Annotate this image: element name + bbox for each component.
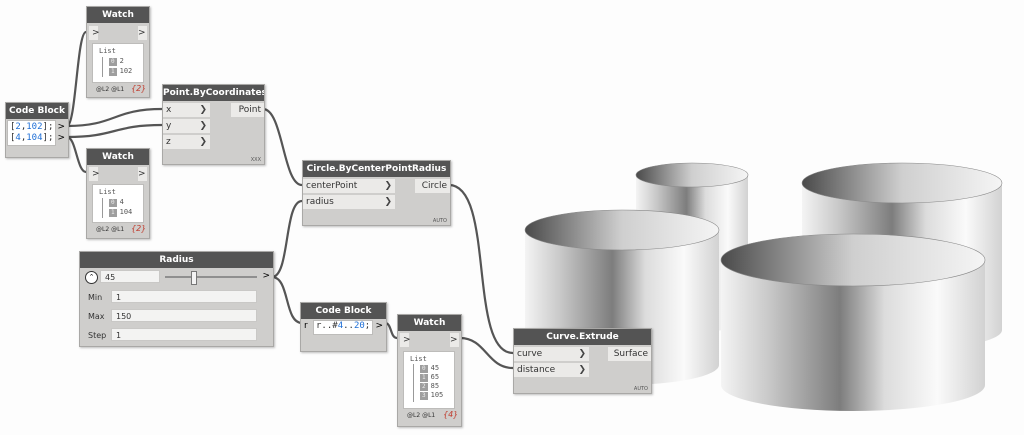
list-item: 1 102 <box>109 67 133 76</box>
wire <box>66 107 163 128</box>
chevron-right-icon: ❯ <box>199 137 207 147</box>
code-editor[interactable]: r..#4..20; <box>313 320 373 335</box>
chevron-right-icon: ❯ <box>578 349 586 359</box>
wire <box>65 30 88 128</box>
curve-extrude-node[interactable]: Curve.Extrude curve ❯ distance ❯ Surface A… <box>513 328 652 394</box>
chevron-right-icon: ❯ <box>384 181 392 191</box>
node-title: Code Block <box>301 303 386 319</box>
input-port-radius[interactable]: radius ❯ <box>303 195 395 209</box>
item-count: {2} <box>131 224 147 233</box>
list-item: 3 105 <box>420 391 444 400</box>
step-label: Step <box>88 331 107 340</box>
list-item: 2 85 <box>420 382 440 391</box>
wire <box>262 107 303 187</box>
min-label: Min <box>88 293 103 302</box>
watch-node-2[interactable]: Watch > > List 04 1 104 @L2 @L1 {2} <box>86 148 150 239</box>
code-block-node-2[interactable]: Code Block r r..#4..20; > <box>300 302 387 352</box>
chevron-right-icon: ❯ <box>384 197 392 207</box>
input-port-y[interactable]: y ❯ <box>163 119 210 133</box>
expand-toggle-icon[interactable]: ⌃ <box>85 271 98 284</box>
list-levels: @L2 @L1 <box>407 412 436 419</box>
output-port[interactable]: > <box>57 122 65 132</box>
node-title: Curve.Extrude <box>514 329 651 345</box>
list-item: 04 <box>109 198 124 207</box>
chevron-right-icon: ❯ <box>578 365 586 375</box>
lacing-label: XXX <box>250 157 261 163</box>
output-port[interactable]: > <box>375 321 383 331</box>
output-port-point[interactable]: Point <box>231 103 264 117</box>
node-title: Code Block <box>6 103 68 119</box>
output-port[interactable]: > <box>450 333 459 347</box>
input-port[interactable]: > <box>89 26 100 40</box>
watch-preview: List 02 1 102 <box>92 43 144 83</box>
output-port[interactable]: > <box>57 133 65 143</box>
output-port-surface[interactable]: Surface <box>608 347 651 361</box>
wire <box>66 123 163 139</box>
code-line: r..#4..20; <box>316 321 371 331</box>
list-levels: @L2 @L1 <box>96 86 125 93</box>
input-port-z[interactable]: z ❯ <box>163 135 210 149</box>
input-port[interactable]: > <box>400 333 411 347</box>
radius-slider-node[interactable]: Radius ⌃ 45 > Min 1 Max 150 Step 1 <box>79 251 274 347</box>
wires <box>65 30 514 370</box>
max-field[interactable]: 150 <box>111 309 257 322</box>
input-port-r[interactable]: r <box>304 321 308 331</box>
node-title: Watch <box>398 315 461 331</box>
min-field[interactable]: 1 <box>111 290 257 303</box>
max-label: Max <box>88 312 105 321</box>
chevron-right-icon: ❯ <box>199 105 207 115</box>
list-item: 0 45 <box>420 364 440 373</box>
lacing-label: AUTO <box>432 218 447 224</box>
slider-track[interactable] <box>165 276 257 278</box>
node-title: Watch <box>87 7 149 23</box>
item-count: {4} <box>443 410 459 419</box>
output-port[interactable]: > <box>138 26 147 40</box>
slider-thumb[interactable] <box>190 271 197 285</box>
graph-canvas[interactable]: Watch > > List 02 1 102 @L2 @L1 {2} Code … <box>0 0 1024 435</box>
input-port[interactable]: > <box>89 167 100 181</box>
input-port-centerpoint[interactable]: centerPoint ❯ <box>303 179 395 193</box>
list-label: List <box>99 188 116 196</box>
code-editor[interactable]: [2,102]; [4,104]; <box>7 120 56 146</box>
point-by-coordinates-node[interactable]: Point.ByCoordinates x ❯ y ❯ z ❯ Point XXX <box>162 84 265 165</box>
node-title: Radius <box>80 252 273 268</box>
slider-value-field[interactable]: 45 <box>100 270 160 283</box>
watch-preview: List 0 45 1 65 2 85 3 105 <box>403 351 455 409</box>
wire <box>459 336 514 370</box>
list-label: List <box>410 355 427 363</box>
output-port[interactable]: > <box>138 167 147 181</box>
watch-node-3[interactable]: Watch > > List 0 45 1 65 2 85 3 105 @L2 @L1 … <box>397 314 462 427</box>
watch-node-1[interactable]: Watch > > List 02 1 102 @L2 @L1 {2} <box>86 6 150 98</box>
output-port[interactable]: > <box>262 271 270 281</box>
node-title: Point.ByCoordinates <box>163 85 264 101</box>
code-line: [4,104]; <box>10 133 54 143</box>
chevron-right-icon: ❯ <box>199 121 207 131</box>
watch-preview: List 04 1 104 <box>92 184 144 223</box>
list-label: List <box>99 47 116 55</box>
code-block-node-1[interactable]: Code Block [2,102]; [4,104]; > > <box>5 102 69 158</box>
list-item: 02 <box>109 57 124 66</box>
wire <box>66 135 87 174</box>
input-port-distance[interactable]: distance ❯ <box>514 363 589 377</box>
node-title: Circle.ByCenterPointRadius <box>303 161 450 177</box>
list-item: 1 65 <box>420 373 440 382</box>
node-title: Watch <box>87 149 149 165</box>
lacing-label: AUTO <box>633 386 648 392</box>
code-line: [2,102]; <box>10 122 54 132</box>
wire <box>271 199 303 279</box>
list-levels: @L2 @L1 <box>96 226 125 233</box>
input-port-curve[interactable]: curve ❯ <box>514 347 589 361</box>
wire <box>271 275 303 325</box>
list-item: 1 104 <box>109 208 133 217</box>
item-count: {2} <box>131 84 147 93</box>
input-port-x[interactable]: x ❯ <box>163 103 210 117</box>
output-port-circle[interactable]: Circle <box>415 179 450 193</box>
step-field[interactable]: 1 <box>111 328 257 341</box>
circle-by-center-point-radius-node[interactable]: Circle.ByCenterPointRadius centerPoint ❯ … <box>302 160 451 226</box>
